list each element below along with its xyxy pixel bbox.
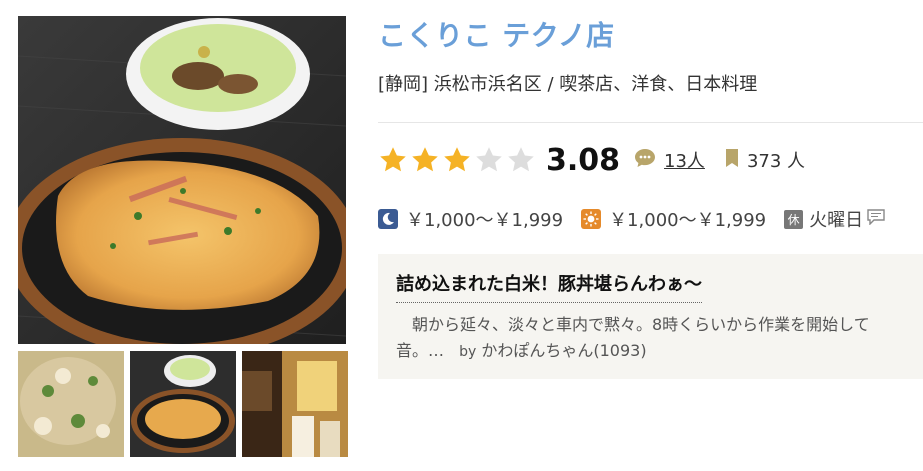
thumbnail-image [130, 351, 236, 457]
star-icon [380, 147, 406, 172]
review-count-link[interactable]: 13人 [664, 147, 705, 173]
thumbnail-3[interactable] [242, 351, 348, 457]
rating-score: 3.08 [546, 142, 621, 178]
divider [378, 122, 923, 123]
food-photo-image [18, 16, 346, 344]
dinner-price: ￥1,000～￥1,999 [406, 210, 564, 231]
star-rating [378, 145, 538, 175]
review-title-link[interactable]: 詰め込まれた白米！豚丼堪らんわぁ～ [396, 270, 702, 303]
review-excerpt: 朝から延々、淡々と車内で黙々。8時くらいから作業を開始して 音。… by かわぽ… [396, 312, 923, 365]
rating-row: 3.08 13人 373 人 [378, 140, 805, 180]
holiday-badge: 休 [784, 209, 804, 229]
review-text-end: 音。… [396, 341, 445, 360]
thumbnail-image [242, 351, 348, 457]
review-text-line: 朝から延々、淡々と車内で黙々。8時くらいから作業を開始して [412, 315, 870, 334]
sun-icon [581, 209, 602, 229]
speech-bubble-icon [634, 148, 656, 172]
bookmark-icon [725, 148, 739, 172]
star-icon [412, 147, 438, 172]
thumbnail-1[interactable] [18, 351, 124, 457]
moon-icon [378, 209, 398, 229]
area-genre-text: [静岡] 浜松市浜名区 / 喫茶店、洋食、日本料理 [378, 74, 758, 95]
review-author: かわぽんちゃん(1093) [481, 341, 647, 360]
comment-icon[interactable] [867, 208, 885, 230]
star-icon [444, 147, 470, 172]
review-text-line: 音。… by かわぽんちゃん(1093) [396, 338, 923, 365]
main-photo[interactable] [18, 16, 346, 344]
star-icon [476, 147, 502, 172]
price-row: ￥1,000～￥1,999 ￥1,000～￥1,999 休 火曜日 [378, 204, 893, 234]
lunch-price: ￥1,000～￥1,999 [609, 210, 767, 231]
star-icon [508, 147, 534, 172]
review-card[interactable]: 詰め込まれた白米！豚丼堪らんわぁ～ 朝から延々、淡々と車内で黙々。8時くらいから… [378, 254, 923, 379]
thumbnail-2[interactable] [130, 351, 236, 457]
thumbnail-image [18, 351, 124, 457]
by-label: by [459, 344, 477, 360]
holiday-text: 火曜日 [809, 210, 864, 231]
save-count: 373 人 [746, 151, 806, 172]
restaurant-name-link[interactable]: こくりこ テクノ店 [378, 14, 615, 54]
